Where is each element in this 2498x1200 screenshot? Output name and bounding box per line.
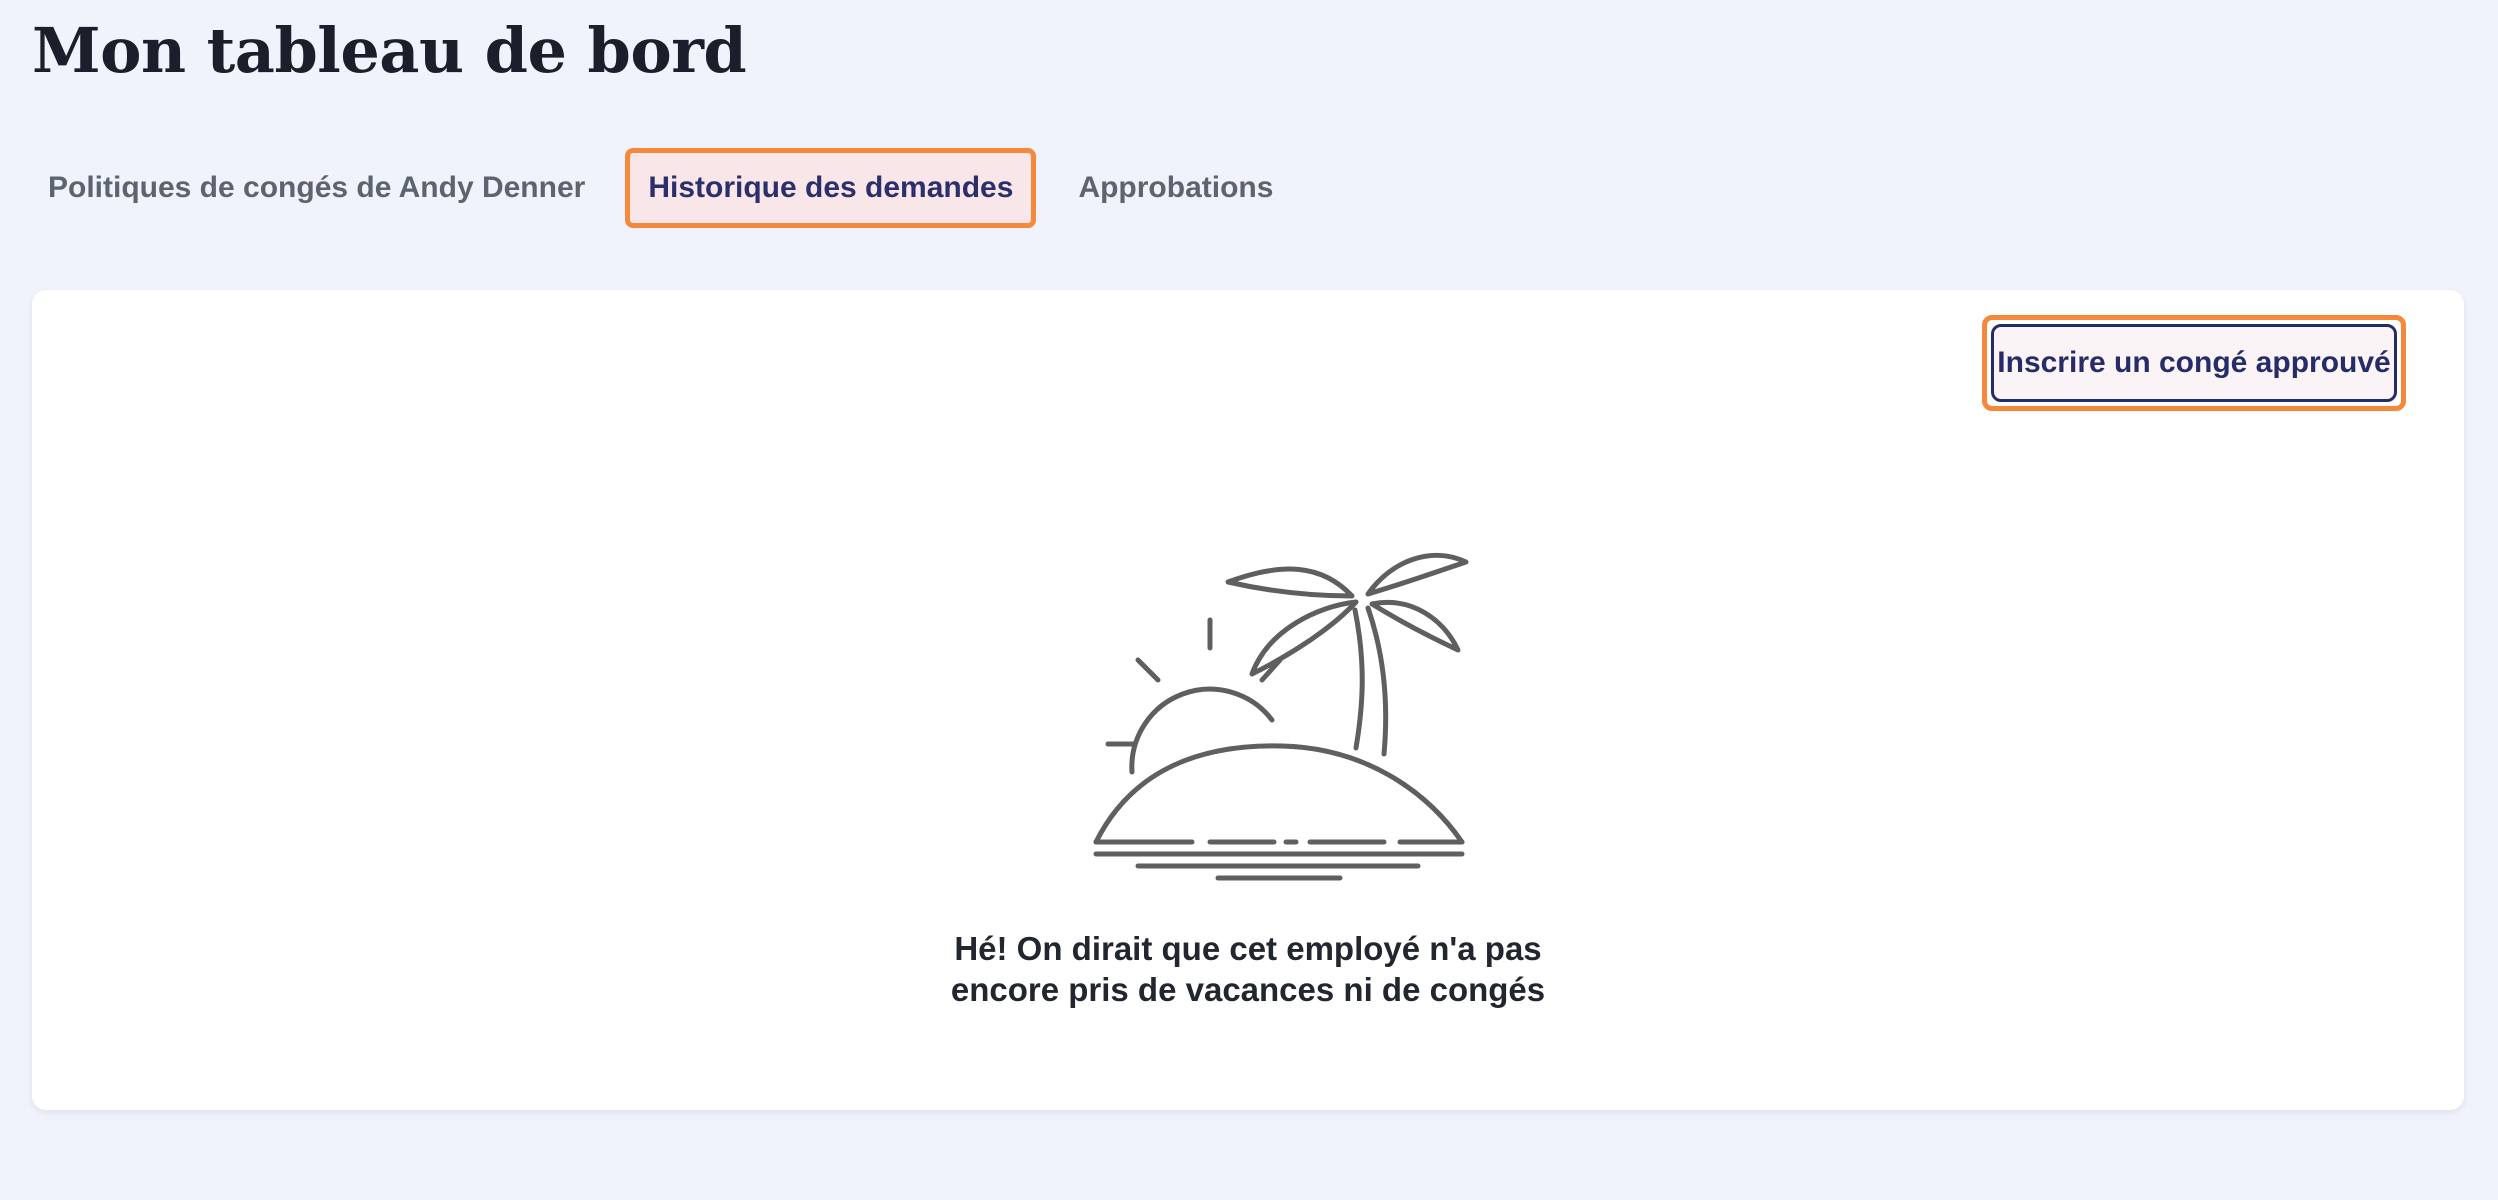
empty-state-line-2: encore pris de vacances ni de congés xyxy=(950,971,1546,1008)
page-title: Mon tableau de bord xyxy=(32,14,747,87)
request-history-panel: Inscrire un congé approuvé Hé! On dirait… xyxy=(32,290,2464,1110)
tab-approvals[interactable]: Approbations xyxy=(1062,151,1289,225)
page: Mon tableau de bord Politiques de congés… xyxy=(0,0,2498,1200)
action-button-highlight: Inscrire un congé approuvé xyxy=(1982,315,2406,411)
tab-leave-policies[interactable]: Politiques de congés de Andy Denner xyxy=(32,151,601,225)
empty-state-message: Hé! On dirait que cet employé n'a pas en… xyxy=(848,928,1648,1010)
record-approved-leave-button[interactable]: Inscrire un congé approuvé xyxy=(1991,324,2397,402)
tab-bar: Politiques de congés de Andy Denner Hist… xyxy=(32,148,1289,228)
tab-request-history[interactable]: Historique des demandes xyxy=(625,148,1037,228)
empty-state-line-1: Hé! On dirait que cet employé n'a pas xyxy=(954,930,1542,967)
palm-island-icon xyxy=(1072,500,1492,900)
